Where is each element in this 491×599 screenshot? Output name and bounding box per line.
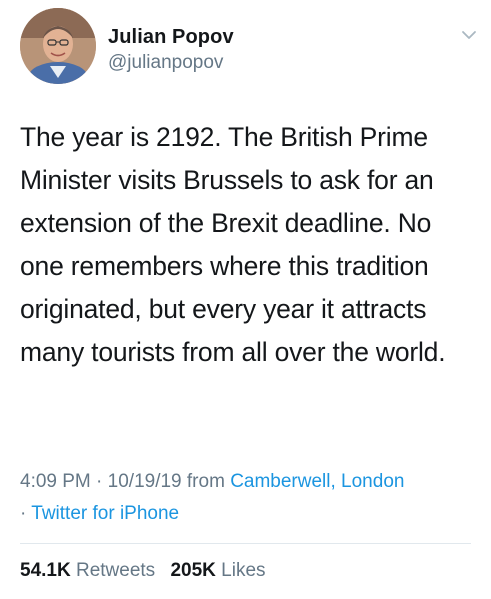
user-handle[interactable]: @julianpopov (108, 52, 223, 74)
tweet-header: Julian Popov @julianpopov (20, 8, 480, 90)
tweet-text: The year is 2192. The British Prime Mini… (20, 122, 446, 367)
source-link[interactable]: Twitter for iPhone (31, 503, 179, 524)
retweets-stat[interactable]: 54.1K Retweets (20, 560, 155, 581)
tweet-meta: 4:09 PM · 10/19/19 from Camberwell, Lond… (20, 466, 480, 530)
avatar[interactable] (20, 8, 96, 84)
tweet-card: Julian Popov @julianpopov The year is 21… (0, 0, 491, 599)
from-label: from (181, 471, 231, 492)
tweet-date[interactable]: 10/19/19 (108, 471, 182, 492)
likes-count: 205K (170, 560, 216, 581)
likes-stat[interactable]: 205K Likes (170, 560, 265, 581)
retweets-count: 54.1K (20, 560, 71, 581)
tweet-stats: 54.1K Retweets 205K Likes (20, 560, 276, 582)
divider (20, 543, 471, 544)
source-separator: · (20, 503, 32, 524)
retweets-label: Retweets (70, 560, 156, 581)
location-link[interactable]: Camberwell, London (230, 471, 404, 492)
chevron-down-icon[interactable] (458, 24, 480, 46)
meta-separator: · (90, 471, 108, 492)
tweet-time[interactable]: 4:09 PM (20, 471, 91, 492)
likes-label: Likes (215, 560, 266, 581)
user-name[interactable]: Julian Popov (108, 26, 234, 49)
